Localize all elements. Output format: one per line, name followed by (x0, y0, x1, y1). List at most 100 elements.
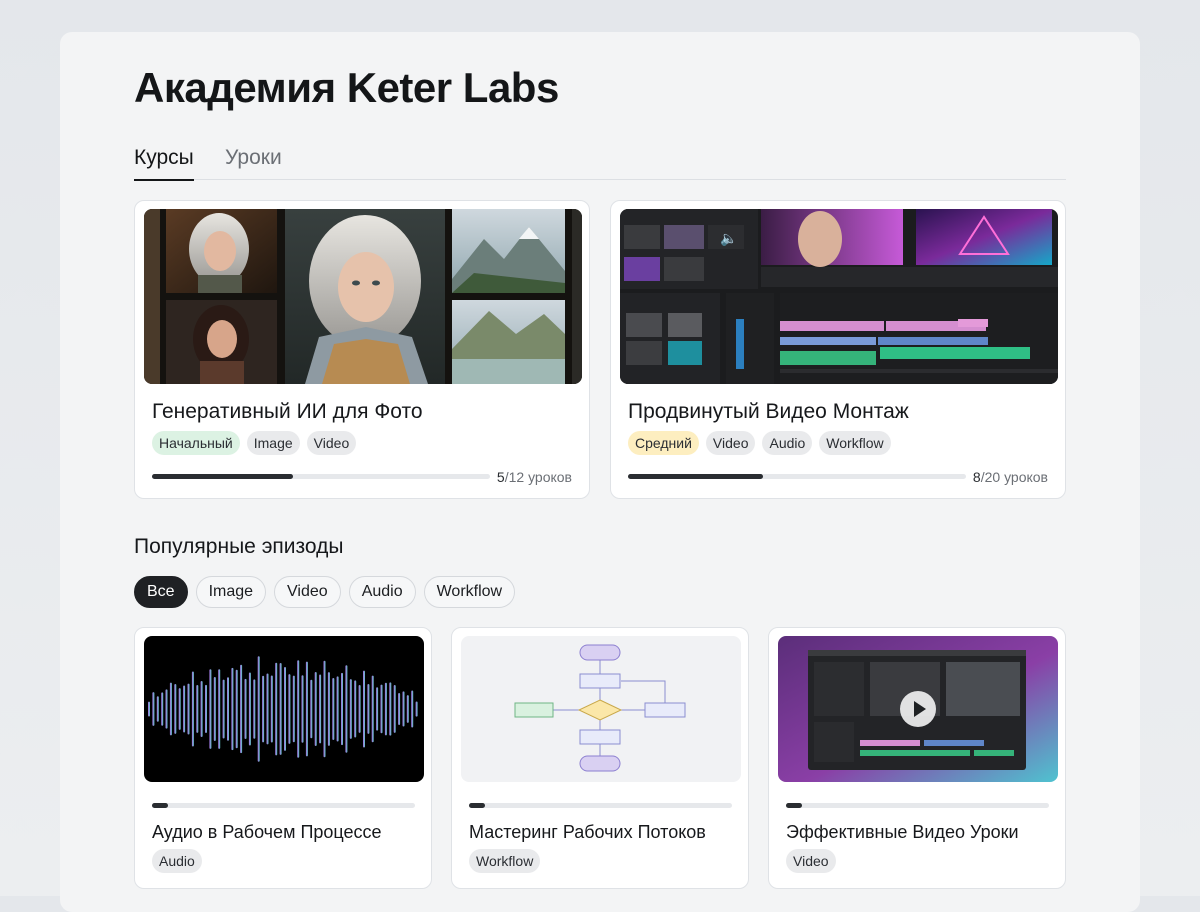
waveform-bar (200, 681, 203, 737)
waveform-bar (156, 696, 159, 722)
tag-image: Image (246, 431, 300, 455)
waveform-bar (341, 672, 343, 746)
filter-chip-workflow[interactable]: Workflow (423, 576, 516, 608)
waveform-bar (161, 692, 164, 726)
episode-tags: Video (786, 849, 836, 873)
waveform-bar (336, 676, 339, 742)
course-progress-fill (628, 474, 764, 479)
waveform-bar (240, 664, 243, 754)
episode-title: Мастеринг Рабочих Потоков (469, 822, 706, 842)
waveform-bar (327, 672, 330, 746)
page-title: Академия Keter Labs (134, 64, 559, 111)
tab-courses[interactable]: Курсы (134, 146, 194, 181)
tab-bar: Курсы Уроки (134, 142, 1066, 181)
tag-audio: Audio (152, 849, 202, 873)
waveform-bar (218, 669, 221, 749)
course-card-video-editing[interactable]: 🔈 Продвинутый Видео Монтаж Средний Video… (610, 200, 1066, 499)
course-progress-bar (152, 474, 490, 479)
course-thumbnail-editor-ui: 🔈 (620, 209, 1058, 384)
course-progress-bar (628, 474, 966, 479)
course-tags: Средний Video Audio Workflow (628, 431, 891, 455)
tag-video: Video (306, 431, 357, 455)
waveform-bar (178, 688, 181, 730)
tab-lessons[interactable]: Уроки (225, 146, 282, 170)
popular-section-title: Популярные эпизоды (134, 535, 344, 558)
episode-thumbnail-flowchart (461, 636, 741, 782)
episode-tags: Audio (152, 849, 202, 873)
play-button[interactable] (900, 691, 936, 727)
waveform-bar (363, 670, 365, 748)
waveform-bar (314, 672, 317, 746)
svg-text:🔈: 🔈 (720, 231, 737, 247)
waveform-bar (209, 669, 212, 749)
waveform-bar (191, 671, 194, 747)
course-progress-fill (152, 474, 293, 479)
waveform-bar (384, 682, 387, 736)
waveform-bar (248, 672, 251, 746)
episode-progress-bar (469, 803, 732, 808)
filter-chip-all[interactable]: Все (134, 576, 188, 608)
waveform-graphic (148, 656, 418, 762)
course-tags: Начальный Image Video (152, 431, 357, 455)
waveform-bar (367, 684, 370, 734)
episode-card-video[interactable]: Эффективные Видео Уроки Video (768, 627, 1066, 889)
waveform-bar (393, 685, 396, 733)
waveform-bar (284, 667, 286, 751)
episode-progress-fill (152, 803, 168, 808)
waveform-bar (288, 674, 291, 744)
waveform-bar (205, 684, 207, 733)
episode-progress-bar (786, 803, 1049, 808)
episode-filters: Все Image Video Audio Workflow (134, 576, 516, 608)
waveform-bar (183, 685, 186, 733)
waveform-bar (213, 677, 216, 741)
episode-tags: Workflow (469, 849, 541, 873)
waveform-bar (406, 695, 409, 723)
course-progress-text: 5/12 уроков (496, 469, 572, 485)
waveform-bar (227, 677, 229, 741)
episode-progress-fill (786, 803, 802, 808)
waveform-bar (152, 692, 155, 726)
episode-progress-bar (152, 803, 415, 808)
level-tag-intermediate: Средний (628, 431, 699, 455)
episode-title: Эффективные Видео Уроки (786, 822, 1019, 842)
course-card-generative-ai[interactable]: Генеративный ИИ для Фото Начальный Image… (134, 200, 590, 499)
waveform-bar (305, 661, 308, 757)
waveform-bar (148, 701, 150, 717)
waveform-bar (169, 682, 172, 736)
waveform-bar (319, 674, 322, 744)
waveform-bar (345, 665, 348, 753)
waveform-bar (235, 669, 238, 749)
waveform-bar (257, 656, 260, 762)
episode-title: Аудио в Рабочем Процессе (152, 822, 382, 842)
waveform-bar (354, 680, 357, 738)
waveform-bar (222, 679, 225, 739)
waveform-bar (244, 678, 247, 739)
filter-chip-image[interactable]: Image (195, 576, 267, 608)
waveform-bar (349, 679, 352, 739)
waveform-bar (415, 701, 418, 717)
episode-card-audio[interactable]: Аудио в Рабочем Процессе Audio (134, 627, 432, 889)
waveform-bar (253, 679, 256, 739)
waveform-bar (323, 660, 326, 758)
level-tag-beginner: Начальный (152, 431, 240, 455)
waveform-bar (402, 691, 405, 727)
waveform-bar (292, 675, 295, 743)
waveform-bar (262, 675, 265, 743)
waveform-bar (389, 682, 392, 736)
filter-chip-audio[interactable]: Audio (348, 576, 416, 608)
waveform-bar (275, 662, 278, 756)
tag-audio: Audio (762, 431, 813, 455)
waveform-bar (231, 667, 234, 751)
waveform-bar (376, 687, 379, 731)
waveform-bar (411, 690, 414, 728)
waveform-bar (196, 685, 199, 733)
course-title: Генеративный ИИ для Фото (152, 400, 423, 423)
tag-video: Video (786, 849, 836, 873)
waveform-bar (187, 683, 190, 735)
filter-chip-video[interactable]: Video (274, 576, 341, 608)
course-thumbnail-image-collage (144, 209, 582, 384)
episode-progress-fill (469, 803, 485, 808)
waveform-bar (270, 675, 273, 743)
waveform-bar (174, 684, 177, 734)
episode-card-workflow[interactable]: Мастеринг Рабочих Потоков Workflow (451, 627, 749, 889)
